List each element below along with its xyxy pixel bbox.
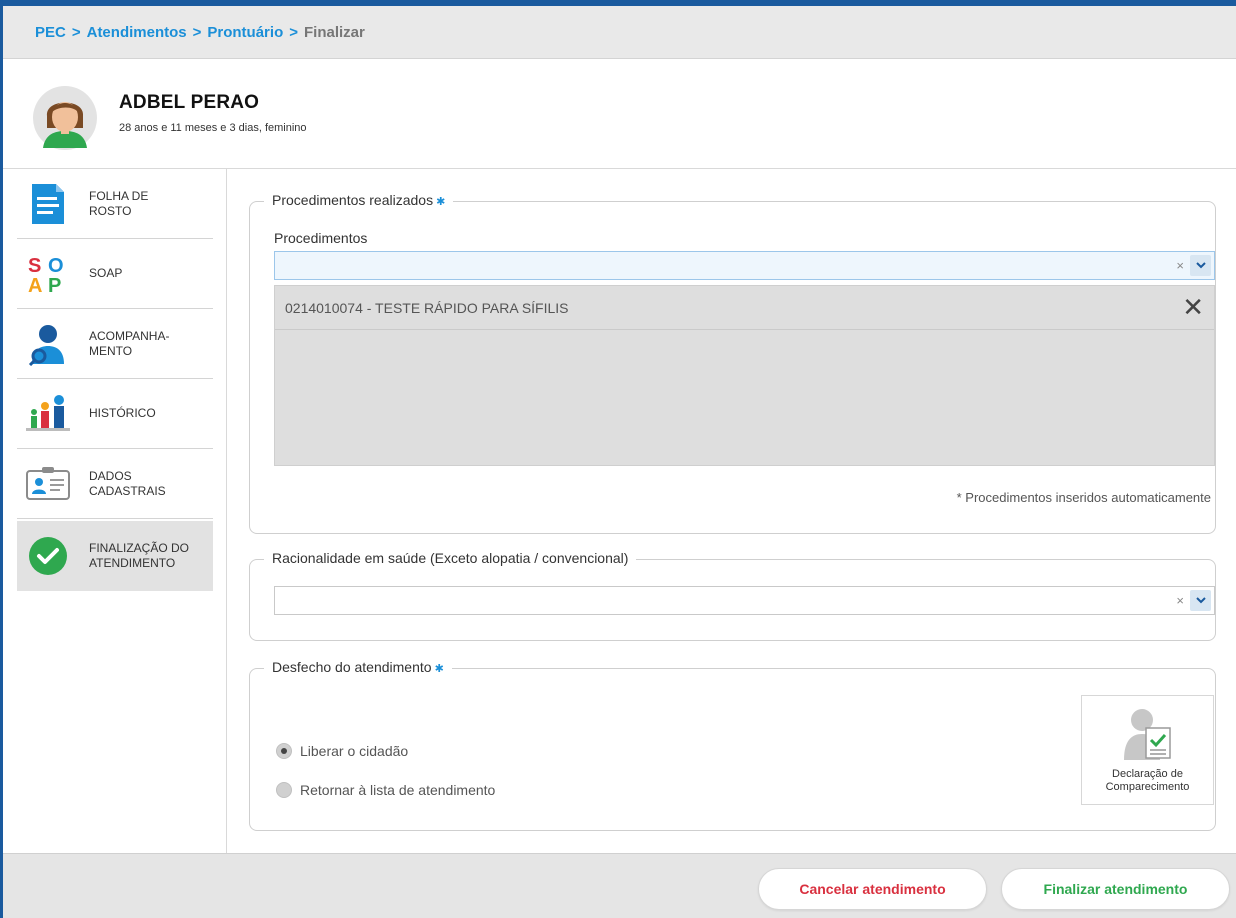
procedimentos-section: Procedimentos realizados ✱ Procedimentos …	[249, 192, 1216, 534]
patient-name: ADBEL PERAO	[119, 92, 260, 113]
sidebar-item-historico[interactable]: HISTÓRICO	[17, 379, 213, 449]
procedimentos-label: Procedimentos	[274, 230, 368, 246]
procedimentos-selected-list: 0214010074 - TESTE RÁPIDO PARA SÍFILIS ✕	[274, 285, 1215, 466]
main-content: Procedimentos realizados ✱ Procedimentos …	[227, 169, 1236, 853]
attendance-certificate-icon	[1124, 709, 1171, 760]
sidebar-item-finalizacao[interactable]: FINALIZAÇÃO DO ATENDIMENTO	[17, 521, 213, 591]
finish-button[interactable]: Finalizar atendimento	[1001, 868, 1230, 910]
desfecho-legend-text: Desfecho do atendimento	[272, 659, 432, 675]
procedimentos-combobox[interactable]: ×	[274, 251, 1215, 280]
sidebar-item-soap[interactable]: S O A P SOAP	[17, 239, 213, 309]
sidebar: FOLHA DE ROSTO S O A P SOAP ACOMPANHA- M…	[3, 169, 227, 853]
procedimentos-legend: Procedimentos realizados ✱	[264, 192, 454, 208]
patient-header: ADBEL PERAO 28 anos e 11 meses e 3 dias,…	[3, 59, 1236, 169]
id-card-icon	[26, 466, 70, 500]
sidebar-item-acompanhamento[interactable]: ACOMPANHA- MENTO	[17, 309, 213, 379]
clear-icon[interactable]: ×	[1176, 258, 1184, 273]
patient-info: 28 anos e 11 meses e 3 dias, feminino	[119, 122, 307, 134]
sidebar-item-folha-de-rosto[interactable]: FOLHA DE ROSTO	[17, 169, 213, 239]
radio-liberar-cidadao[interactable]: Liberar o cidadão	[276, 743, 408, 759]
chevron-down-icon[interactable]	[1190, 590, 1211, 611]
svg-text:A: A	[28, 275, 42, 296]
svg-text:P: P	[48, 275, 61, 296]
radio-retornar-lista[interactable]: Retornar à lista de atendimento	[276, 782, 495, 798]
sidebar-item-label: DADOS CADASTRAIS	[89, 468, 166, 498]
sidebar-item-label: FOLHA DE ROSTO	[89, 188, 149, 218]
sidebar-item-label: ACOMPANHA- MENTO	[89, 328, 170, 358]
procedimentos-note: * Procedimentos inseridos automaticament…	[956, 490, 1211, 505]
breadcrumb-current: Finalizar	[304, 23, 365, 41]
required-mark: ✱	[434, 663, 444, 675]
breadcrumb-separator: >	[289, 23, 298, 41]
breadcrumb-pec[interactable]: PEC	[35, 24, 66, 41]
family-history-icon	[26, 394, 70, 431]
required-mark: ✱	[436, 196, 446, 208]
desfecho-legend: Desfecho do atendimento ✱	[264, 659, 452, 675]
svg-text:S: S	[28, 255, 41, 277]
breadcrumb-atendimentos[interactable]: Atendimentos	[87, 24, 187, 41]
radio-button[interactable]	[276, 782, 292, 798]
racionalidade-combobox[interactable]: ×	[274, 586, 1215, 615]
check-circle-icon	[29, 537, 67, 575]
racionalidade-legend: Racionalidade em saúde (Exceto alopatia …	[264, 550, 637, 566]
radio-label: Retornar à lista de atendimento	[300, 782, 496, 798]
breadcrumb-separator: >	[192, 23, 202, 41]
breadcrumb-separator: >	[71, 23, 81, 41]
female-avatar-icon	[33, 86, 97, 150]
sidebar-item-label: HISTÓRICO	[89, 406, 156, 420]
procedimento-text: 0214010074 - TESTE RÁPIDO PARA SÍFILIS	[285, 299, 569, 316]
sidebar-item-label: FINALIZAÇÃO DO ATENDIMENTO	[89, 541, 190, 570]
procedimentos-legend-text: Procedimentos realizados	[272, 192, 434, 208]
racionalidade-section: Racionalidade em saúde (Exceto alopatia …	[249, 550, 1216, 641]
breadcrumb: PEC > Atendimentos > Prontuário > Finali…	[3, 6, 1236, 59]
list-item: 0214010074 - TESTE RÁPIDO PARA SÍFILIS ✕	[275, 286, 1214, 330]
svg-text:O: O	[48, 255, 64, 277]
breadcrumb-prontuario[interactable]: Prontuário	[207, 24, 283, 41]
radio-button-selected[interactable]	[276, 743, 292, 759]
radio-label: Liberar o cidadão	[300, 743, 409, 759]
cancel-button[interactable]: Cancelar atendimento	[758, 868, 987, 910]
desfecho-section: Desfecho do atendimento ✱ Liberar o cidad…	[249, 659, 1216, 831]
declaracao-comparecimento-button[interactable]: Declaração de Comparecimento	[1081, 695, 1214, 805]
soap-icon: S O A P	[28, 255, 64, 296]
chevron-down-icon[interactable]	[1190, 255, 1211, 276]
user-search-icon	[28, 324, 64, 366]
clear-icon[interactable]: ×	[1176, 593, 1184, 608]
sidebar-item-dados-cadastrais[interactable]: DADOS CADASTRAIS	[17, 449, 213, 519]
sidebar-item-label: SOAP	[89, 266, 123, 280]
close-icon[interactable]: ✕	[1182, 294, 1204, 320]
document-icon	[32, 183, 64, 224]
declaracao-label: Declaração de Comparecimento	[1105, 768, 1190, 793]
footer-bar: Cancelar atendimento Finalizar atendimen…	[3, 853, 1236, 918]
